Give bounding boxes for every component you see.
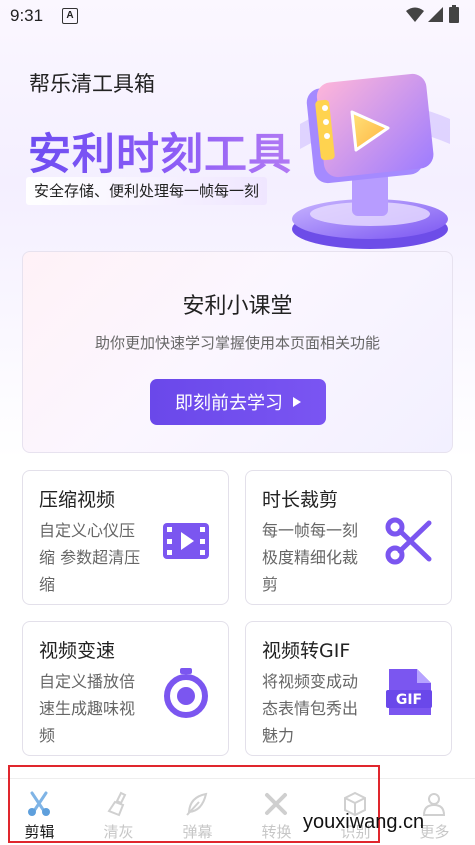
feature-card-video-to-gif[interactable]: 视频转GIF 将视频变成动态表情包秀出魅力 GIF [245,621,452,756]
nav-item-label: 清灰 [103,823,134,841]
gif-file-icon: GIF [386,669,432,715]
hero-subtitle: 安全存储、便利处理每一帧每一刻 [26,177,268,205]
start-learning-button[interactable]: 即刻前去学习 [150,379,326,425]
feature-card-trim-duration[interactable]: 时长裁剪 每一帧每一刻极度精细化裁剪 [245,470,452,605]
status-bar: 9:31 A [0,0,475,32]
feature-card-video-speed[interactable]: 视频变速 自定义播放倍速生成趣味视频 [22,621,229,756]
app-title: 帮乐清工具箱 [29,72,155,96]
wifi-icon [406,7,424,22]
status-time: 9:31 [10,6,44,25]
scissors-icon [28,791,50,816]
feature-title: 压缩视频 [39,489,116,511]
gif-label: GIF [396,692,422,708]
signal-icon [428,7,443,22]
scissors-icon [385,517,432,565]
tools-icon [265,793,287,815]
video-player-illustration-icon [292,73,450,249]
nav-item-label: 弹幕 [182,823,213,841]
feature-description: 将视频变成动态表情包秀出魅力 [262,672,359,745]
nav-item-edit[interactable]: 剪辑 [0,779,79,845]
course-description: 助你更加快速学习掌握使用本页面相关功能 [94,334,380,352]
nav-item-danmaku[interactable]: 弹幕 [158,779,237,845]
user-icon [422,793,446,816]
feature-description: 每一帧每一刻极度精细化裁剪 [262,521,359,594]
notification-badge: A [62,8,78,24]
feature-title: 视频转GIF [262,640,351,662]
hero-title: 安利时刻工具 [28,120,292,182]
start-learning-label: 即刻前去学习 [175,393,283,414]
film-play-icon [163,523,209,559]
nav-item-label: 剪辑 [24,823,55,841]
feather-icon [186,792,208,816]
stopwatch-icon [164,668,208,718]
feature-title: 时长裁剪 [262,489,339,511]
battery-icon [449,5,459,23]
feature-title: 视频变速 [39,640,116,662]
brush-icon [107,791,127,817]
nav-item-clean[interactable]: 清灰 [79,779,158,845]
feature-description: 自定义心仪压缩 参数超清压缩 [39,521,141,594]
feature-card-compress-video[interactable]: 压缩视频 自定义心仪压缩 参数超清压缩 [22,470,229,605]
course-title: 安利小课堂 [182,294,293,319]
feature-description: 自定义播放倍速生成趣味视频 [39,672,136,745]
watermark: youxiwang.cn [303,811,425,833]
course-card: 安利小课堂 助你更加快速学习掌握使用本页面相关功能 即刻前去学习 [22,251,453,453]
play-arrow-icon [293,397,301,407]
